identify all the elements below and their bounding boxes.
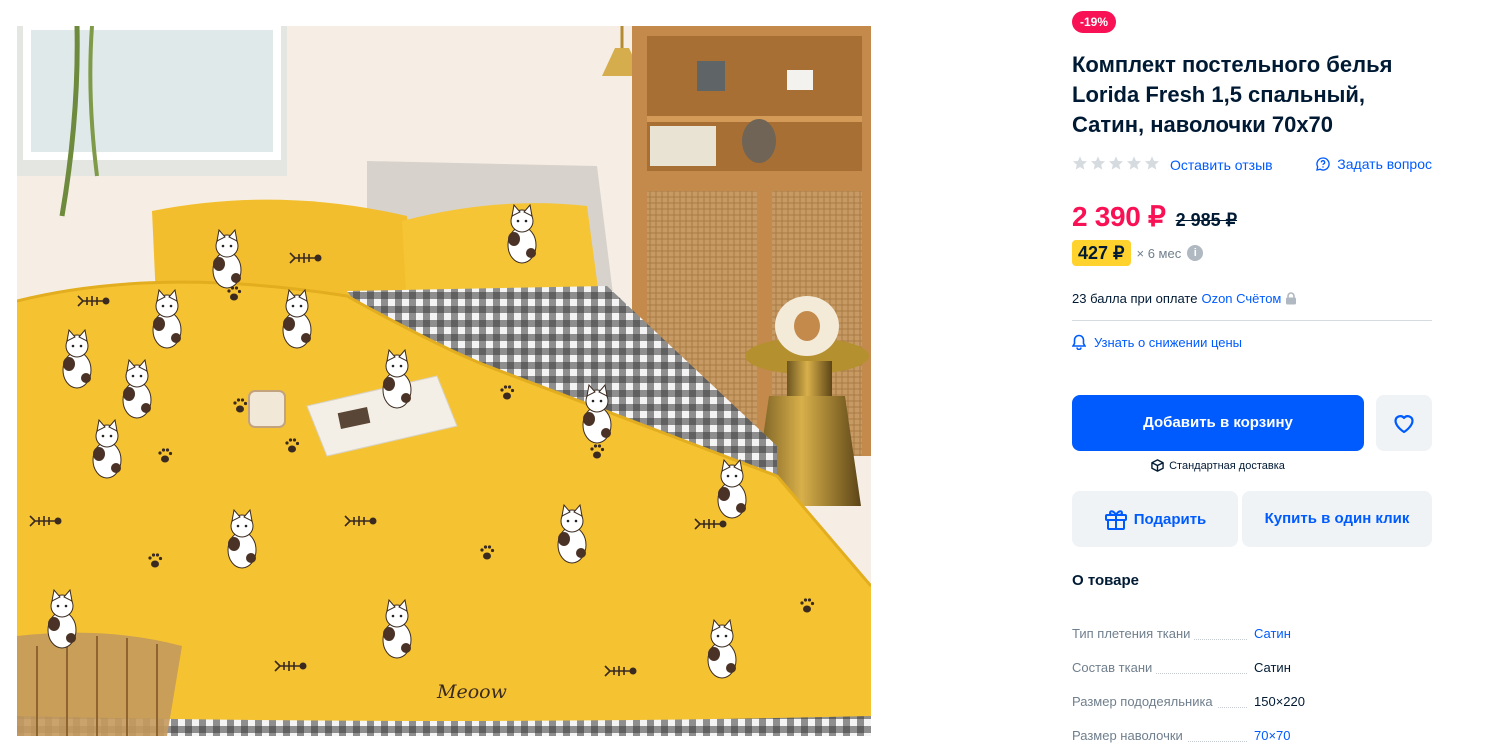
gift-icon [1104,510,1127,530]
favorite-button[interactable] [1376,395,1432,451]
points-text: 23 балла при оплате [1072,291,1198,306]
ozon-points-row: 23 балла при оплате Ozon Счётом [1072,291,1297,306]
star-icon [1109,156,1123,170]
discount-badge: -19% [1072,11,1117,33]
old-price: 2 985 ₽ [1175,210,1238,230]
spec-value: 150×220 [1254,694,1305,709]
delivery-info: Стандартная доставка [1072,459,1364,472]
rating-stars[interactable] [1072,155,1160,171]
ask-question-label: Задать вопрос [1337,156,1432,172]
spec-key: Состав ткани [1072,660,1157,675]
spec-value: Сатин [1254,660,1291,675]
product-image[interactable]: Meoow [17,26,871,736]
spec-key: Размер наволочки [1072,728,1187,743]
question-bubble-icon [1316,157,1331,171]
spec-value-link[interactable]: Сатин [1254,626,1291,641]
delivery-label: Стандартная доставка [1169,459,1285,472]
rating-row: Оставить отзыв Задать вопрос [1072,155,1432,175]
price-alert-link[interactable]: Узнать о снижении цены [1072,334,1242,350]
current-price: 2 390 ₽ [1072,201,1166,232]
installment-price: 427 ₽ [1072,240,1131,266]
ask-question-link[interactable]: Задать вопрос [1315,156,1432,172]
duvet-print-text: Meoow [436,681,507,703]
price-alert-label: Узнать о снижении цены [1094,334,1243,350]
spec-row: Размер пододеяльника 150×220 [1072,694,1432,714]
spec-row: Тип плетения ткани Сатин [1072,626,1432,646]
price-row: 2 390 ₽ 2 985 ₽ [1072,200,1237,233]
spec-key: Размер пододеяльника [1072,694,1217,709]
installment-row[interactable]: 427 ₽ × 6 мес i [1072,240,1204,266]
spec-value-link[interactable]: 70×70 [1254,728,1291,743]
bedding-photo: Meoow [17,26,871,736]
add-to-cart-button[interactable]: Добавить в корзину [1072,395,1364,451]
buy-one-click-button[interactable]: Купить в один клик [1242,491,1432,547]
divider [1072,320,1432,321]
lock-icon [1286,292,1297,305]
star-icon [1127,156,1141,170]
product-title: Комплект постельного белья Lorida Fresh … [1072,52,1393,137]
leave-review-link[interactable]: Оставить отзыв [1170,157,1273,173]
star-icon [1073,156,1087,170]
star-icon [1145,156,1159,170]
info-icon[interactable]: i [1187,245,1204,261]
installment-term: × 6 мес [1136,245,1182,261]
bell-icon [1072,334,1086,350]
star-icon [1091,156,1105,170]
spec-row: Размер наволочки 70×70 [1072,728,1432,748]
gift-label: Подарить [1133,510,1207,528]
about-product-heading: О товаре [1072,572,1140,589]
heart-icon [1394,415,1414,434]
spec-key: Тип плетения ткани [1072,626,1195,641]
ozon-account-link[interactable]: Ozon Счётом [1201,291,1281,306]
gift-button[interactable]: Подарить [1072,491,1238,547]
spec-row: Состав ткани Сатин [1072,660,1432,680]
box-icon [1151,459,1164,472]
